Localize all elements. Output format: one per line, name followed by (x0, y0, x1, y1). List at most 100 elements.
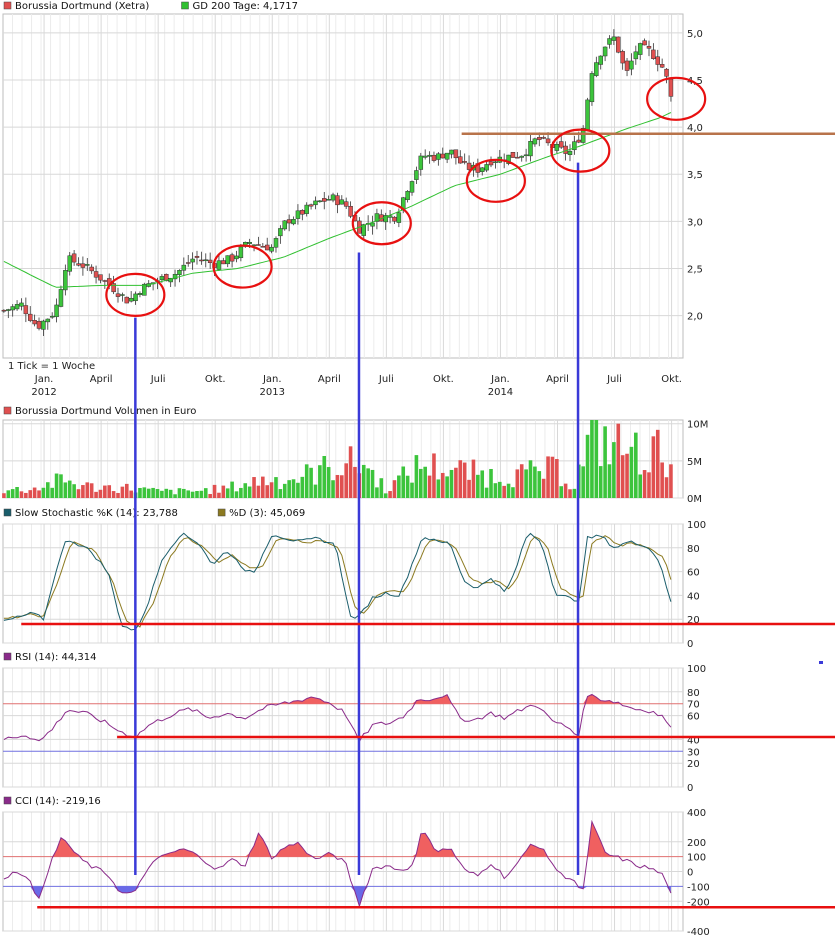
volume-bar-up (45, 482, 50, 498)
volume-bar-down (217, 492, 221, 498)
candle-up (304, 204, 309, 214)
x-tick-label: Juli (606, 374, 622, 385)
candle-up (10, 306, 15, 311)
candle-down (260, 246, 266, 248)
volume-bar-down (103, 485, 107, 498)
candle-down (466, 162, 472, 170)
candle-down (264, 244, 270, 251)
candle-up (282, 220, 288, 230)
volume-bar-up (274, 477, 278, 498)
candle-down (545, 138, 551, 144)
stochastic-legend-label: %D (3): 45,069 (229, 508, 305, 519)
cci-y-tick-label: 400 (687, 808, 706, 819)
candle-down (488, 161, 494, 166)
volume-bar-up (375, 487, 379, 498)
volume-bar-up (67, 480, 72, 498)
candle-up (120, 294, 125, 296)
volume-bar-up (6, 490, 11, 498)
candle-down (616, 36, 621, 53)
candle-down (221, 260, 226, 265)
volume-bar-up (322, 456, 327, 498)
candle-down (453, 149, 459, 159)
volume-bar-down (471, 459, 476, 498)
volume-bar-up (366, 468, 370, 498)
candle-up (444, 152, 450, 160)
volume-bar-up (155, 489, 160, 498)
volume-bar-up (397, 475, 401, 498)
candle-down (32, 320, 37, 325)
rsi-legend-label: RSI (14): 44,314 (15, 652, 97, 663)
price-y-tick-label: 2,5 (687, 264, 703, 275)
volume-bar-down (265, 485, 270, 498)
volume-bar-up (173, 494, 177, 498)
candle-up (19, 302, 24, 307)
volume-bar-down (81, 485, 85, 498)
volume-bar-up (50, 487, 54, 498)
price-y-tick-label: 5,0 (687, 29, 703, 40)
stochastic-panel: 100806040200Slow Stochastic %K (14): 23,… (2, 508, 706, 650)
stochastic-legend-swatch (3, 508, 12, 517)
volume-bar-up (533, 466, 537, 498)
volume-bar-down (344, 463, 348, 498)
candle-down (392, 216, 397, 222)
rsi-frame (2, 667, 684, 788)
volume-bar-up (524, 469, 528, 498)
volume-bar-up (497, 481, 502, 498)
volume-bar-down (98, 489, 103, 498)
candle-up (330, 194, 336, 201)
volume-bar-up (199, 490, 204, 498)
volume-bar-up (234, 491, 239, 498)
volume-bar-up (300, 476, 305, 498)
candle-up (49, 315, 55, 318)
volume-bar-up (278, 489, 283, 498)
volume-bar-down (502, 485, 506, 498)
candle-down (651, 49, 656, 59)
candle-down (36, 320, 42, 329)
price-frame (2, 13, 684, 359)
candle-up (396, 212, 402, 223)
volume-bar-down (515, 469, 520, 498)
rsi-ref-label: 70 (687, 700, 700, 711)
volume-bar-up (247, 486, 252, 498)
candle-down (343, 201, 349, 207)
candle-up (269, 246, 274, 252)
volume-bar-up (151, 487, 155, 498)
volume-bar-down (392, 480, 397, 498)
candle-up (203, 259, 209, 262)
volume-bar-down (462, 462, 467, 498)
volume-bar-down (555, 459, 559, 498)
volume-bar-down (269, 482, 274, 498)
candle-down (620, 51, 625, 64)
stochastic-legend-swatch (217, 508, 226, 517)
volume-bar-up (418, 468, 423, 498)
candle-down (300, 210, 305, 215)
volume-bar-down (454, 467, 458, 498)
candle-up (313, 200, 318, 206)
volume-bar-down (432, 453, 436, 498)
candle-up (436, 153, 441, 160)
price-y-tick-label: 3,0 (687, 217, 703, 228)
volume-legend-label: Borussia Dortmund Volumen in Euro (15, 406, 196, 417)
candle-down (308, 204, 314, 207)
candle-up (629, 60, 634, 70)
volume-bar-down (111, 491, 116, 498)
candle-down (23, 305, 29, 315)
volume-bar-down (94, 491, 98, 498)
candle-up (190, 258, 195, 263)
rsi-panel: 100806040200RSI (14): 44,3147030 (2, 652, 706, 794)
candle-up (409, 181, 415, 193)
volume-bar-up (15, 487, 19, 498)
candle-up (493, 161, 498, 163)
volume-bar-down (32, 487, 37, 498)
stochastic-y-tick-label: 40 (687, 591, 700, 602)
volume-bar-down (212, 484, 217, 498)
volume-bar-up (405, 475, 410, 498)
volume-bar-down (120, 486, 125, 498)
candle-up (523, 154, 529, 157)
candle-up (594, 62, 599, 76)
candle-up (58, 289, 64, 307)
candle-up (85, 264, 90, 266)
candle-up (484, 164, 489, 171)
volume-bar-down (76, 489, 81, 498)
price-legend-label: GD 200 Tage: 4,1717 (193, 1, 299, 12)
